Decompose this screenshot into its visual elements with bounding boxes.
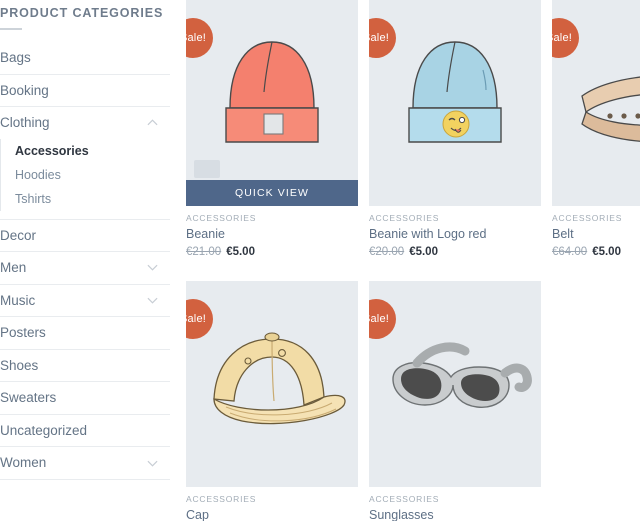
chevron-down-icon[interactable]: [147, 262, 158, 273]
product-card[interactable]: Sale! ACCESSORIES Belt€64.00 €5.00: [552, 0, 640, 261]
product-title[interactable]: Belt: [552, 225, 640, 244]
product-thumbnail[interactable]: Sale!: [552, 0, 640, 206]
category-label: Clothing: [0, 115, 50, 131]
subcategory-item-hoodies[interactable]: Hoodies: [15, 163, 170, 187]
category-item-booking: Booking: [0, 75, 170, 108]
product-card[interactable]: Sale!QUICK VIEW ACCESSORIES Beanie€21.00 €5…: [186, 0, 358, 261]
category-label: Sweaters: [0, 390, 57, 406]
product-card[interactable]: Sale!ACCESSORIESSunglasses€92.00€5.00: [369, 280, 541, 521]
product-meta: ACCESSORIESSunglasses€92.00€5.00: [369, 487, 541, 521]
product-meta: ACCESSORIESCap€18.00€5.00: [186, 487, 358, 521]
product-category: ACCESSORIES: [552, 213, 623, 223]
product-price: €64.00 €5.00: [552, 244, 640, 261]
product-new-price: €5.00: [226, 245, 255, 258]
category-item-clothing: Clothing Accessories Hoodies Tshirts: [0, 107, 170, 220]
chevron-down-icon[interactable]: [147, 458, 158, 469]
category-link-sweaters[interactable]: Sweaters: [0, 382, 170, 414]
subcategory-list: Accessories Hoodies Tshirts: [0, 138, 170, 211]
product-price: €21.00 €5.00: [186, 244, 358, 261]
product-meta: ACCESSORIES Belt €64.00 €5.00: [552, 206, 640, 261]
product-card[interactable]: Sale! ACCESSORIES Beanie with Logo red€20.…: [369, 0, 541, 261]
category-item-sweaters: Sweaters: [0, 382, 170, 415]
category-label: Men: [0, 260, 27, 276]
category-link-uncategorized[interactable]: Uncategorized: [0, 415, 170, 447]
category-label: Decor: [0, 227, 37, 243]
category-link-booking[interactable]: Booking: [0, 75, 170, 107]
wishlist-icon[interactable]: [194, 160, 220, 178]
product-grid-region: Sale!QUICK VIEWACCESSORIESBeanie€21.00€5…: [170, 0, 640, 521]
product-category: ACCESSORIES: [186, 213, 257, 223]
product-title[interactable]: Sunglasses: [369, 506, 541, 521]
product-title[interactable]: Beanie: [186, 225, 358, 244]
category-item-shoes: Shoes: [0, 350, 170, 383]
category-label: Booking: [0, 82, 49, 98]
product-price: €20.00 €5.00: [369, 244, 541, 261]
product-archive-page: PRODUCT CATEGORIES Bags Booking Clothing Ac…: [0, 0, 640, 521]
product-meta: ACCESSORIES Beanie with Logo red €20.00 €5.…: [369, 206, 541, 261]
product-thumbnail[interactable]: Sale!QUICK VIEW: [186, 0, 358, 206]
product-grid: Sale!QUICK VIEWACCESSORIESBeanie€21.00€5…: [186, 0, 640, 521]
category-item-uncategorized: Uncategorized: [0, 415, 170, 448]
subcategory-label: Accessories: [15, 143, 89, 158]
product-new-price: €5.00: [592, 245, 621, 258]
category-label: Bags: [0, 50, 31, 65]
category-label: Uncategorized: [0, 422, 88, 438]
product-old-price: €20.00: [369, 245, 405, 258]
category-link-men[interactable]: Men: [0, 252, 170, 284]
category-item-bags: Bags: [0, 42, 170, 75]
product-categories-sidebar: PRODUCT CATEGORIES Bags Booking Clothing Ac…: [0, 0, 170, 481]
quick-view-button[interactable]: QUICK VIEW: [186, 180, 358, 206]
category-item-posters: Posters: [0, 317, 170, 350]
title-divider: [0, 28, 22, 30]
category-label: Music: [0, 292, 36, 308]
subcategory-label: Tshirts: [15, 191, 52, 206]
subcategory-item-accessories[interactable]: Accessories: [15, 139, 170, 163]
category-link-clothing[interactable]: Clothing: [0, 107, 170, 139]
product-title[interactable]: Beanie with Logo red: [369, 225, 541, 244]
product-thumbnail[interactable]: Sale!: [369, 280, 541, 487]
subcategory-label: Hoodies: [15, 167, 61, 182]
category-item-decor: Decor: [0, 220, 170, 253]
subcategory-item-tshirts[interactable]: Tshirts: [15, 187, 170, 211]
category-list: Bags Booking Clothing Accessories Hoodies Tsh…: [0, 42, 170, 481]
page-title: PRODUCT CATEGORIES: [0, 6, 164, 20]
product-old-price: €21.00: [186, 245, 222, 258]
category-label: Posters: [0, 325, 46, 341]
category-link-shoes[interactable]: Shoes: [0, 350, 170, 382]
product-title[interactable]: Cap: [186, 506, 358, 521]
category-item-men: Men: [0, 252, 170, 285]
product-category: ACCESSORIES: [186, 493, 257, 504]
category-label: Women: [0, 455, 47, 471]
product-thumbnail[interactable]: Sale!: [186, 280, 358, 487]
category-item-women: Women: [0, 447, 170, 481]
category-link-music[interactable]: Music: [0, 285, 170, 317]
category-item-music: Music: [0, 285, 170, 318]
category-label: Shoes: [0, 357, 39, 373]
product-card[interactable]: Sale!ACCESSORIESCap€18.00€5.00: [186, 280, 358, 521]
product-new-price: €5.00: [409, 245, 438, 258]
product-old-price: €64.00: [552, 245, 588, 258]
chevron-down-icon[interactable]: [147, 295, 158, 306]
category-link-bags[interactable]: Bags: [0, 42, 170, 74]
category-link-decor[interactable]: Decor: [0, 220, 170, 252]
category-link-women[interactable]: Women: [0, 447, 170, 479]
product-category: ACCESSORIES: [369, 493, 440, 504]
product-thumbnail[interactable]: Sale!: [369, 0, 541, 206]
category-link-posters[interactable]: Posters: [0, 317, 170, 349]
chevron-up-icon[interactable]: [147, 117, 158, 128]
product-category: ACCESSORIES: [369, 213, 440, 223]
product-meta: ACCESSORIES Beanie €21.00 €5.00: [186, 206, 358, 261]
